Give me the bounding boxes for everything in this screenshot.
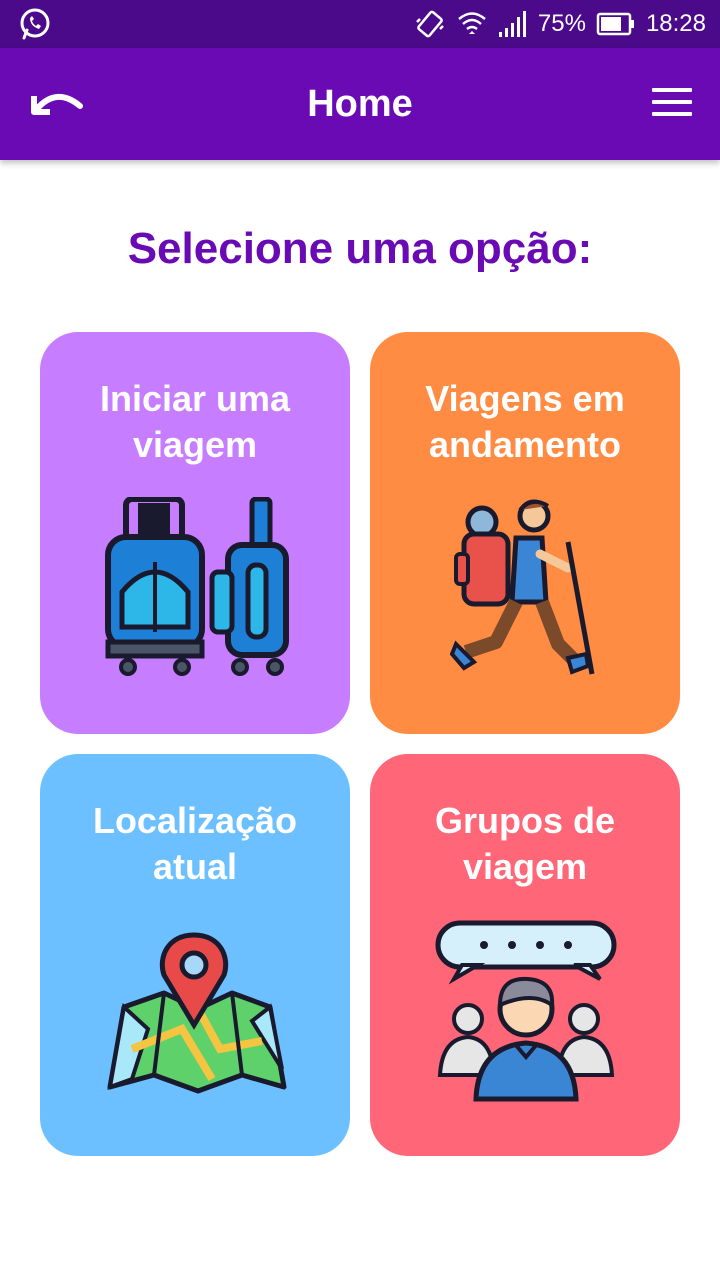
whatsapp-icon xyxy=(20,8,50,40)
hiker-icon xyxy=(450,499,595,675)
hamburger-menu-icon[interactable] xyxy=(652,88,692,120)
undo-arrow-icon[interactable] xyxy=(26,78,86,128)
travel-groups-card[interactable]: Grupos de viagem xyxy=(370,754,680,1156)
section-heading: Selecione uma opção: xyxy=(127,224,593,273)
app-bar: Home xyxy=(0,48,720,160)
status-bar: 75% 18:28 xyxy=(0,0,720,48)
map-pin-icon xyxy=(107,932,287,1094)
battery-percent: 75% xyxy=(537,10,586,37)
clock: 18:28 xyxy=(645,10,706,37)
vibrate-icon xyxy=(416,10,444,38)
group-chat-icon xyxy=(435,920,617,1102)
suitcases-icon xyxy=(105,497,289,676)
page-title: Home xyxy=(307,83,413,125)
wifi-icon xyxy=(458,12,486,34)
card-label: Iniciar uma viagem xyxy=(99,378,291,465)
card-label: Viagens em andamento xyxy=(425,378,625,465)
card-label: Localização atual xyxy=(92,800,298,887)
card-label: Grupos de viagem xyxy=(434,800,616,887)
current-location-card[interactable]: Localização atual xyxy=(40,754,350,1156)
battery-icon xyxy=(596,12,634,36)
signal-icon xyxy=(498,11,526,37)
trips-in-progress-card[interactable]: Viagens em andamento xyxy=(370,332,680,734)
start-trip-card[interactable]: Iniciar uma viagem xyxy=(40,332,350,734)
